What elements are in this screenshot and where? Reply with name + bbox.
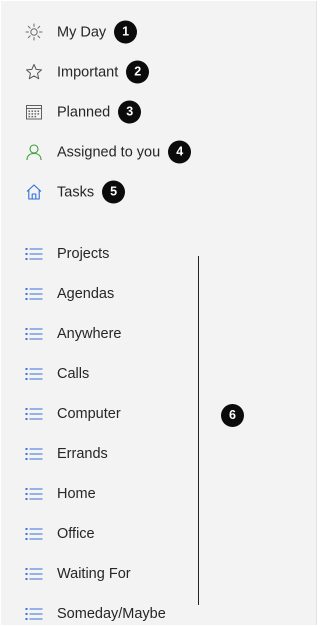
sidebar-list-label: Someday/Maybe bbox=[57, 606, 166, 622]
sidebar-list-label: Office bbox=[57, 526, 95, 542]
sidebar-list-calls[interactable]: Calls bbox=[1, 354, 301, 394]
sidebar-item-label: Important bbox=[57, 64, 119, 80]
sidebar-item-label: My Day bbox=[57, 24, 107, 40]
sidebar-item-planned[interactable]: Planned 3 bbox=[1, 92, 301, 132]
sidebar-list-computer[interactable]: Computer bbox=[1, 394, 301, 434]
calendar-icon bbox=[24, 102, 44, 122]
callout-badge: 3 bbox=[118, 100, 142, 124]
sidebar-list-label: Errands bbox=[57, 446, 108, 462]
list-icon bbox=[24, 564, 44, 584]
sidebar-list-errands[interactable]: Errands bbox=[1, 434, 301, 474]
callout-badge: 2 bbox=[126, 60, 150, 84]
list-icon bbox=[24, 484, 44, 504]
callout-badge: 5 bbox=[102, 180, 126, 204]
sidebar-item-label: Tasks bbox=[57, 184, 95, 200]
sidebar-list-label: Calls bbox=[57, 366, 90, 382]
home-icon bbox=[24, 182, 44, 202]
sidebar-list-label: Anywhere bbox=[57, 326, 122, 342]
sidebar-item-my-day[interactable]: My Day 1 bbox=[1, 12, 301, 52]
list-icon bbox=[24, 604, 44, 624]
sidebar-list-home[interactable]: Home bbox=[1, 474, 301, 514]
list-icon bbox=[24, 364, 44, 384]
list-icon bbox=[24, 284, 44, 304]
sidebar-list-office[interactable]: Office bbox=[1, 514, 301, 554]
list-icon bbox=[24, 324, 44, 344]
sidebar-list-label: Agendas bbox=[57, 286, 115, 302]
sidebar-list-someday-maybe[interactable]: Someday/Maybe bbox=[1, 594, 301, 625]
list-icon bbox=[24, 444, 44, 464]
sidebar-item-label: Planned bbox=[57, 104, 111, 120]
sidebar-list-label: Computer bbox=[57, 406, 121, 422]
sidebar-list-projects[interactable]: Projects bbox=[1, 234, 301, 274]
navigation-pane: My Day 1 Important 2 Planned 3 Assigned … bbox=[1, 1, 317, 625]
callout-badge: 4 bbox=[168, 140, 192, 164]
sidebar-item-assigned-to-you[interactable]: Assigned to you 4 bbox=[1, 132, 301, 172]
sidebar-list-anywhere[interactable]: Anywhere bbox=[1, 314, 301, 354]
sidebar-item-tasks[interactable]: Tasks 5 bbox=[1, 172, 301, 212]
list-icon bbox=[24, 404, 44, 424]
person-icon bbox=[24, 142, 44, 162]
sidebar-item-important[interactable]: Important 2 bbox=[1, 52, 301, 92]
sidebar-list-label: Home bbox=[57, 486, 96, 502]
star-icon bbox=[24, 62, 44, 82]
sidebar-list-agendas[interactable]: Agendas bbox=[1, 274, 301, 314]
sidebar-list-label: Projects bbox=[57, 246, 110, 262]
callout-badge: 6 bbox=[221, 404, 244, 427]
list-icon bbox=[24, 524, 44, 544]
sidebar-list-waiting-for[interactable]: Waiting For bbox=[1, 554, 301, 594]
sidebar-list-label: Waiting For bbox=[57, 566, 131, 582]
custom-lists-bracket-line bbox=[198, 256, 199, 605]
sun-icon bbox=[24, 22, 44, 42]
sidebar-item-label: Assigned to you bbox=[57, 144, 161, 160]
callout-badge: 1 bbox=[114, 20, 138, 44]
list-icon bbox=[24, 244, 44, 264]
